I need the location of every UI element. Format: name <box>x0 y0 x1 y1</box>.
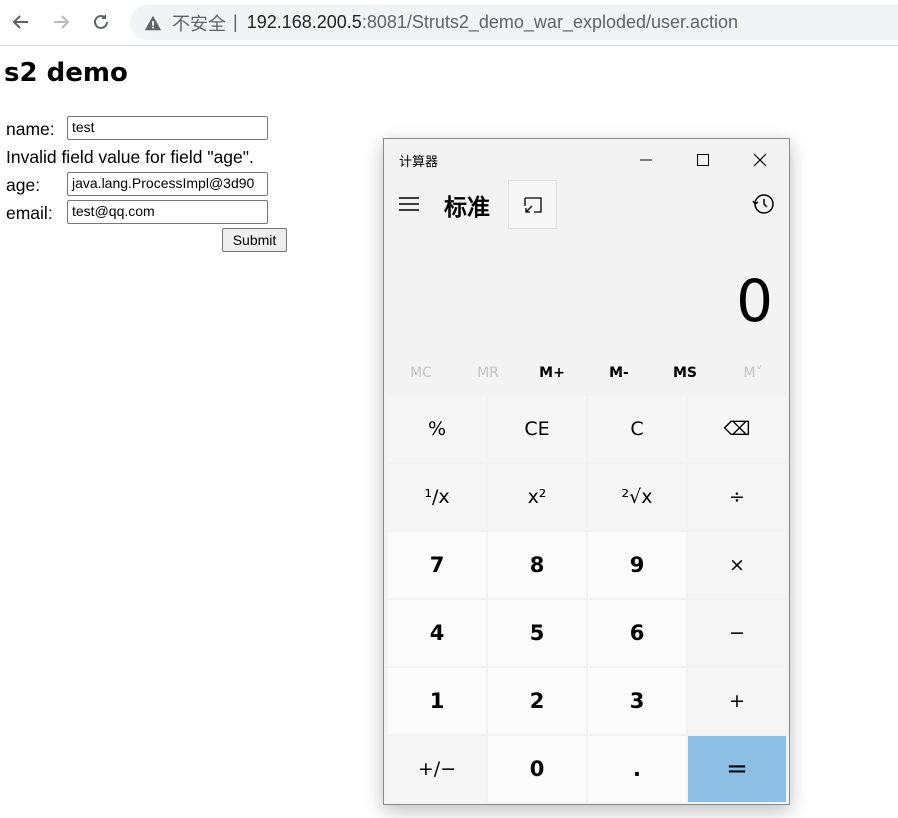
memory-recall-button[interactable]: MR <box>454 365 522 381</box>
digit-7-key[interactable]: 7 <box>388 532 486 598</box>
age-label: age: <box>6 175 41 195</box>
square-key[interactable]: x² <box>488 464 586 530</box>
calculator-title: 计算器 <box>399 155 439 170</box>
arrow-left-icon <box>12 15 28 29</box>
browser-toolbar: 不安全 | 192.168.200.5 :8081/Struts2_demo_w… <box>0 0 898 46</box>
warning-icon <box>144 15 162 30</box>
square-root-key[interactable]: ²√x <box>588 464 686 530</box>
memory-store-button[interactable]: MS <box>651 365 719 381</box>
age-input[interactable]: java.lang.ProcessImpl@3d90 <box>67 172 268 196</box>
name-label: name: <box>6 119 55 139</box>
equals-key[interactable]: = <box>688 736 786 802</box>
add-key[interactable]: + <box>688 668 786 734</box>
name-input[interactable]: test <box>67 116 268 140</box>
submit-button[interactable]: Submit <box>222 228 287 252</box>
mode-title: 标准 <box>444 195 490 221</box>
back-button[interactable] <box>7 8 35 36</box>
multiply-key[interactable]: × <box>688 532 786 598</box>
clear-entry-key[interactable]: CE <box>488 396 586 462</box>
address-bar[interactable]: 不安全 | 192.168.200.5 :8081/Struts2_demo_w… <box>130 5 898 40</box>
memory-list-button[interactable]: M˅ <box>719 365 787 381</box>
digit-9-key[interactable]: 9 <box>588 532 686 598</box>
backspace-key[interactable]: ⌫ <box>688 396 786 462</box>
reload-button[interactable] <box>87 8 115 36</box>
insecure-label: 不安全 <box>172 13 226 34</box>
keep-on-top-button[interactable] <box>508 180 557 229</box>
reload-icon <box>94 14 108 29</box>
history-icon[interactable] <box>752 192 776 216</box>
minimize-icon <box>640 159 652 161</box>
digit-1-key[interactable]: 1 <box>388 668 486 734</box>
calculator-window: 计算器 标准 0 MC MR M+ M- MS M˅ % CE C ⌫ ¹/x … <box>383 138 790 805</box>
memory-add-button[interactable]: M+ <box>518 365 586 381</box>
keypad: % CE C ⌫ ¹/x x² ²√x ÷ 7 8 9 × 4 5 6 − 1 … <box>388 396 786 802</box>
close-icon <box>753 153 767 167</box>
digit-2-key[interactable]: 2 <box>488 668 586 734</box>
arrow-right-icon <box>54 15 70 29</box>
url-host: 192.168.200.5 <box>246 12 362 32</box>
age-error-message: Invalid field value for field "age". <box>6 147 254 167</box>
email-input[interactable]: test@qq.com <box>67 200 268 224</box>
memory-clear-button[interactable]: MC <box>387 365 455 381</box>
minimize-button[interactable] <box>624 145 668 175</box>
digit-6-key[interactable]: 6 <box>588 600 686 666</box>
menu-icon[interactable] <box>398 196 420 212</box>
decimal-key[interactable]: . <box>588 736 686 802</box>
maximize-icon <box>697 154 709 166</box>
divide-key[interactable]: ÷ <box>688 464 786 530</box>
clear-key[interactable]: C <box>588 396 686 462</box>
forward-button[interactable] <box>47 8 75 36</box>
negate-key[interactable]: +/− <box>388 736 486 802</box>
digit-3-key[interactable]: 3 <box>588 668 686 734</box>
digit-8-key[interactable]: 8 <box>488 532 586 598</box>
digit-0-key[interactable]: 0 <box>488 736 586 802</box>
maximize-button[interactable] <box>681 145 725 175</box>
digit-5-key[interactable]: 5 <box>488 600 586 666</box>
url-path: :8081/Struts2_demo_war_exploded/user.act… <box>361 12 739 32</box>
email-label: email: <box>6 203 53 223</box>
memory-subtract-button[interactable]: M- <box>585 365 653 381</box>
close-button[interactable] <box>738 145 782 175</box>
calculator-titlebar[interactable]: 计算器 <box>384 139 789 179</box>
digit-4-key[interactable]: 4 <box>388 600 486 666</box>
subtract-key[interactable]: − <box>688 600 786 666</box>
reciprocal-key[interactable]: ¹/x <box>388 464 486 530</box>
percent-key[interactable]: % <box>388 396 486 462</box>
calculator-display: 0 <box>736 267 773 335</box>
page-title: s2 demo <box>4 58 128 88</box>
keep-on-top-icon <box>523 196 542 213</box>
url-separator: | <box>233 12 238 32</box>
